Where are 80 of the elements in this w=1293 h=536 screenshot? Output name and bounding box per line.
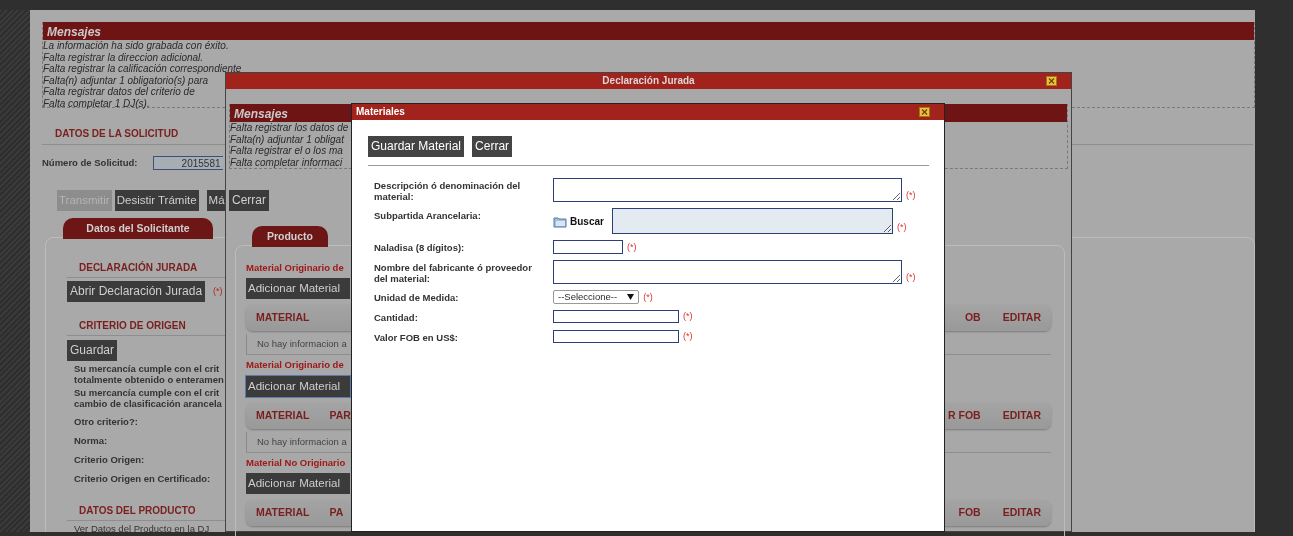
tab[interactable]: Datos del Solicitante (63, 218, 213, 240)
folder-icon[interactable] (553, 215, 567, 228)
dialog-title: Declaración Jurada (602, 75, 695, 86)
messages-header: Mensajes (43, 22, 1254, 40)
message-text: La información ha sido grabada con éxito. (43, 40, 229, 52)
column-header: EDITAR (1002, 310, 1041, 326)
required-mark: (*) (683, 310, 693, 323)
section-label: Material Originario de (246, 358, 344, 373)
tab[interactable]: Producto (252, 226, 328, 247)
save-button[interactable]: Guardar (67, 340, 118, 362)
field-label: Norma: (74, 435, 108, 448)
required-mark: (*) (906, 270, 916, 284)
criterion-text: Su mercancía cumple con el crit (74, 363, 220, 375)
add-material-button[interactable]: Adicionar Material (246, 472, 350, 494)
text-field[interactable] (553, 329, 679, 343)
text-area[interactable] (611, 208, 893, 234)
field-label: Nombre del fabricante ó proveedor del material: (374, 262, 533, 284)
column-header: EDITAR (1002, 407, 1041, 423)
text-field[interactable] (553, 240, 623, 254)
message-text: Falta completar 1 DJ(s). (43, 97, 150, 109)
column-header: R FOB (948, 407, 981, 423)
message-text: Falta(n) adjuntar 1 obligat (230, 133, 344, 145)
unit-dropdown[interactable]: --Seleccione-- (553, 290, 640, 304)
required-mark: (*) (906, 188, 916, 202)
message-text: Falta registrar la direccion adicional. (43, 51, 204, 63)
message-text: Falta(n) adjuntar 1 obligatorio(s) para (43, 74, 209, 86)
caret-icon (627, 294, 635, 300)
section-heading: CRITERIO DE ORIGEN (79, 320, 186, 332)
section-heading: DATOS DEL PRODUCTO (79, 505, 196, 517)
action-button[interactable]: Má (206, 190, 227, 212)
close-icon[interactable] (1046, 76, 1057, 86)
field-label: Criterio Origen en Certificado: (74, 473, 211, 486)
column-header: PA (329, 504, 344, 520)
field-label: Cantidad: (374, 312, 419, 323)
field-label: Número de Solicitud: (42, 156, 138, 170)
required-mark: (*) (643, 290, 653, 304)
request-number-field[interactable]: 2015581 (152, 156, 223, 171)
add-material-button[interactable]: Adicionar Material (246, 375, 350, 397)
section-label: Material Originario de (246, 261, 344, 275)
save-material-button[interactable]: Guardar Material (368, 136, 465, 157)
field-label: Otro criterio?: (74, 416, 138, 429)
column-header: OB (964, 310, 981, 326)
close-icon[interactable] (919, 107, 930, 117)
field-label: Criterio Origen: (74, 454, 145, 467)
column-header: FOB (958, 504, 981, 520)
required-mark: (*) (896, 220, 907, 234)
criterion-text: Su mercancía cumple con el crit (74, 387, 220, 399)
column-header: MATERIAL (256, 407, 310, 423)
add-material-button[interactable]: Adicionar Material (246, 278, 350, 300)
action-button[interactable]: Desistir Trámite (114, 190, 199, 212)
product-link[interactable]: Ver Datos del Producto en la DJ (74, 523, 210, 532)
message-text: Falta completar informaci (230, 156, 343, 168)
text-area[interactable] (553, 260, 902, 284)
message-text: Falta registrar la calificación correspondiente (43, 63, 242, 75)
close-button[interactable]: Cerrar (472, 136, 513, 157)
field-label: Unidad de Medida: (374, 292, 460, 303)
message-text: Falta registrar los datos de (230, 122, 349, 134)
criterion-text: cambio de clasificación arancela (74, 398, 222, 410)
column-header: PAR (329, 407, 351, 423)
column-header: MATERIAL (256, 310, 310, 326)
field-label: Descripción ó denominación del material: (374, 180, 522, 202)
message-text: Falta registrar el o los ma (230, 145, 343, 157)
text-area[interactable] (553, 178, 902, 202)
required-mark: (*) (627, 240, 637, 254)
dialog-title: Materiales (356, 106, 405, 117)
text-field[interactable] (553, 310, 679, 323)
field-label: Naladisa (8 dígitos): (374, 242, 466, 253)
message-text: Falta registrar datos del criterio de (43, 86, 195, 98)
criterion-text: totalmente obtenido o enteramen (74, 374, 224, 386)
section-label: Material No Originario (246, 455, 346, 470)
field-label: Valor FOB en US$: (374, 331, 459, 343)
field-label: Subpartida Arancelaria: (374, 210, 482, 221)
required-mark: (*) (213, 285, 223, 298)
open-declaration-button[interactable]: Abrir Declaración Jurada (67, 281, 206, 303)
column-header: MATERIAL (256, 504, 310, 520)
section-heading: DATOS DE LA SOLICITUD (55, 128, 179, 139)
close-button[interactable]: Cerrar (229, 190, 269, 211)
column-header: EDITAR (1002, 504, 1041, 520)
section-heading: DECLARACIÓN JURADA (79, 262, 198, 274)
search-link[interactable]: Buscar (570, 214, 604, 229)
